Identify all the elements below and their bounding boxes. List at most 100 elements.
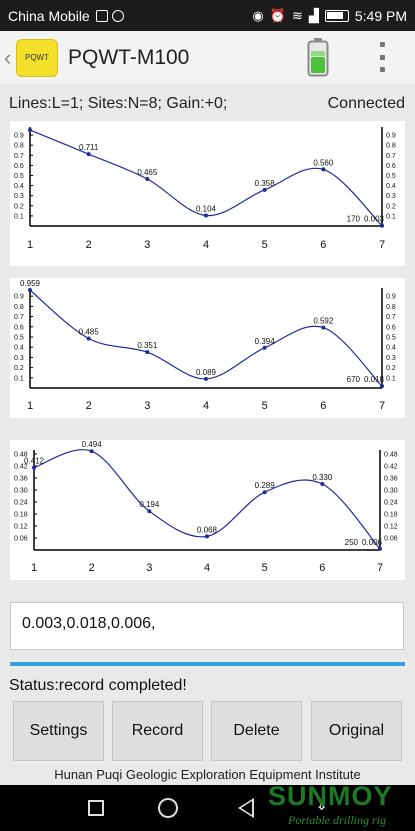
data-label: 0.003: [364, 215, 385, 224]
data-point: [28, 128, 32, 133]
settings-button[interactable]: Settings: [13, 701, 104, 761]
data-label: 0.006: [362, 538, 383, 547]
x-tick-label: 6: [320, 239, 326, 251]
y-tick-label-right: 0.9: [386, 133, 396, 140]
x-tick-label: 6: [319, 562, 325, 574]
x-tick-label: 4: [203, 239, 209, 251]
data-point: [86, 152, 91, 157]
data-label: 0.358: [255, 179, 276, 188]
data-label: 0.494: [82, 440, 103, 449]
y-tick-label-right: 0.6: [386, 163, 396, 170]
data-point: [145, 177, 150, 182]
y-tick-label-left: 0.24: [14, 500, 28, 507]
alarm-icon: ⏰: [269, 7, 286, 23]
back-icon[interactable]: [238, 798, 254, 818]
x-tick-label: 3: [144, 239, 150, 251]
y-tick-label-right: 0.18: [384, 512, 398, 519]
x-tick-label: 1: [27, 400, 33, 412]
y-tick-label-right: 0.12: [384, 524, 398, 531]
y-tick-label-right: 0.1: [386, 213, 396, 220]
data-point: [204, 376, 208, 381]
home-icon[interactable]: [158, 798, 178, 818]
signal-icon: ▟: [308, 7, 319, 23]
data-label: 0.351: [137, 341, 158, 350]
x-tick-label: 7: [379, 239, 385, 251]
delete-button[interactable]: Delete: [211, 701, 302, 761]
watermark-logo: SUNMOY Portable drilling rig: [268, 781, 413, 829]
y-tick-label-left: 0.9: [14, 294, 24, 301]
notification-icons: [95, 9, 124, 22]
y-tick-label-left: 0.5: [14, 334, 24, 341]
original-button[interactable]: Original: [311, 701, 402, 761]
data-point: [380, 223, 384, 228]
progress-divider: [10, 662, 405, 666]
y-tick-label-right: 0.2: [386, 203, 396, 210]
chart-3-panel: 0.48 0.48 0.42 0.42 0.36 0.36 0.30 0.30 0.24 0.24…: [10, 440, 405, 580]
x-tick-label: 1: [27, 239, 33, 251]
y-tick-label-right: 0.48: [384, 452, 398, 459]
y-tick-label-left: 0.12: [14, 524, 28, 531]
y-tick-label-left: 0.1: [14, 213, 24, 220]
data-point: [262, 490, 267, 495]
y-tick-label-right: 0.2: [386, 365, 396, 372]
data-label: 0.104: [196, 204, 217, 213]
chart-1-panel: 0.9 0.9 0.8 0.8 0.7 0.7 0.6 0.6 0.5 0.5 0.4 0.4 0.3 0…: [10, 121, 405, 266]
chart-2: 0.9 0.9 0.8 0.8 0.7 0.7 0.6 0.6 0.5 0.5 0.4 0.4 0.3 0…: [14, 279, 396, 412]
app-title: PQWT-M100: [68, 45, 190, 69]
location-icon: ◉: [252, 7, 264, 23]
clock: 5:49 PM: [354, 7, 407, 24]
x-tick-label: 5: [262, 239, 268, 251]
y-tick-label-left: 0.5: [14, 173, 24, 180]
app-logo: PQWT: [16, 38, 58, 77]
y-tick-label-left: 0.18: [14, 512, 28, 519]
data-point: [262, 345, 267, 350]
y-tick-label-right: 0.4: [386, 183, 396, 190]
y-tick-label-left: 0.36: [14, 476, 28, 483]
phone-battery-icon: [324, 9, 349, 22]
y-tick-label-right: 0.9: [386, 294, 396, 301]
data-point: [32, 465, 36, 470]
y-tick-label-right: 0.8: [386, 304, 396, 311]
chart-3: 0.48 0.480.42 0.420.36 0.360.30 0.300.24 0.24…: [14, 440, 398, 574]
x-tick-label: 2: [86, 400, 92, 412]
y-tick-label-right: 0.6: [386, 324, 396, 331]
data-label: 0.959: [20, 279, 41, 288]
result-values-field: 0.003,0.018,0.006,: [10, 602, 404, 650]
y-tick-label-left: 0.8: [14, 304, 24, 311]
logo-text: PQWT: [25, 53, 49, 62]
data-label: 0.485: [79, 328, 100, 337]
data-point: [321, 325, 326, 330]
info-bar: Lines:L=1; Sites:N=8; Gain:+0; Connected: [0, 92, 415, 116]
data-point: [320, 482, 325, 486]
end-note-label: 670: [347, 375, 361, 384]
x-tick-label: 4: [204, 562, 210, 574]
y-tick-label-right: 0.06: [384, 536, 398, 543]
data-label: 0.592: [313, 317, 334, 326]
y-tick-label-right: 0.3: [386, 355, 396, 362]
recent-apps-icon[interactable]: [88, 800, 104, 816]
y-tick-label-right: 0.24: [384, 500, 398, 507]
device-battery-icon: [307, 38, 329, 77]
x-tick-label: 7: [377, 562, 383, 574]
y-tick-label-right: 0.42: [384, 464, 398, 471]
carrier-name: China Mobile: [8, 7, 90, 24]
data-point: [204, 213, 208, 218]
y-tick-label-right: 0.5: [386, 173, 396, 180]
y-tick-label-right: 0.1: [386, 375, 396, 382]
y-tick-label-left: 0.1: [14, 375, 24, 382]
data-point: [145, 350, 150, 355]
y-tick-label-right: 0.30: [384, 488, 398, 495]
connection-status: Connected: [327, 95, 405, 112]
x-tick-label: 7: [379, 400, 385, 412]
back-chevron-icon[interactable]: ‹: [4, 45, 14, 71]
overflow-menu-icon[interactable]: [376, 42, 388, 72]
data-label: 0.018: [364, 375, 385, 384]
record-button[interactable]: Record: [112, 701, 203, 761]
chart-1: 0.9 0.9 0.8 0.8 0.7 0.7 0.6 0.6 0.5 0.5 0.4 0.4 0.3 0…: [14, 127, 396, 251]
y-tick-label-left: 0.7: [14, 314, 24, 321]
data-label: 0.465: [137, 168, 158, 177]
y-tick-label-left: 0.2: [14, 365, 24, 372]
data-point: [86, 336, 91, 341]
end-note-label: 250: [345, 538, 359, 547]
y-tick-label-left: 0.7: [14, 153, 24, 160]
